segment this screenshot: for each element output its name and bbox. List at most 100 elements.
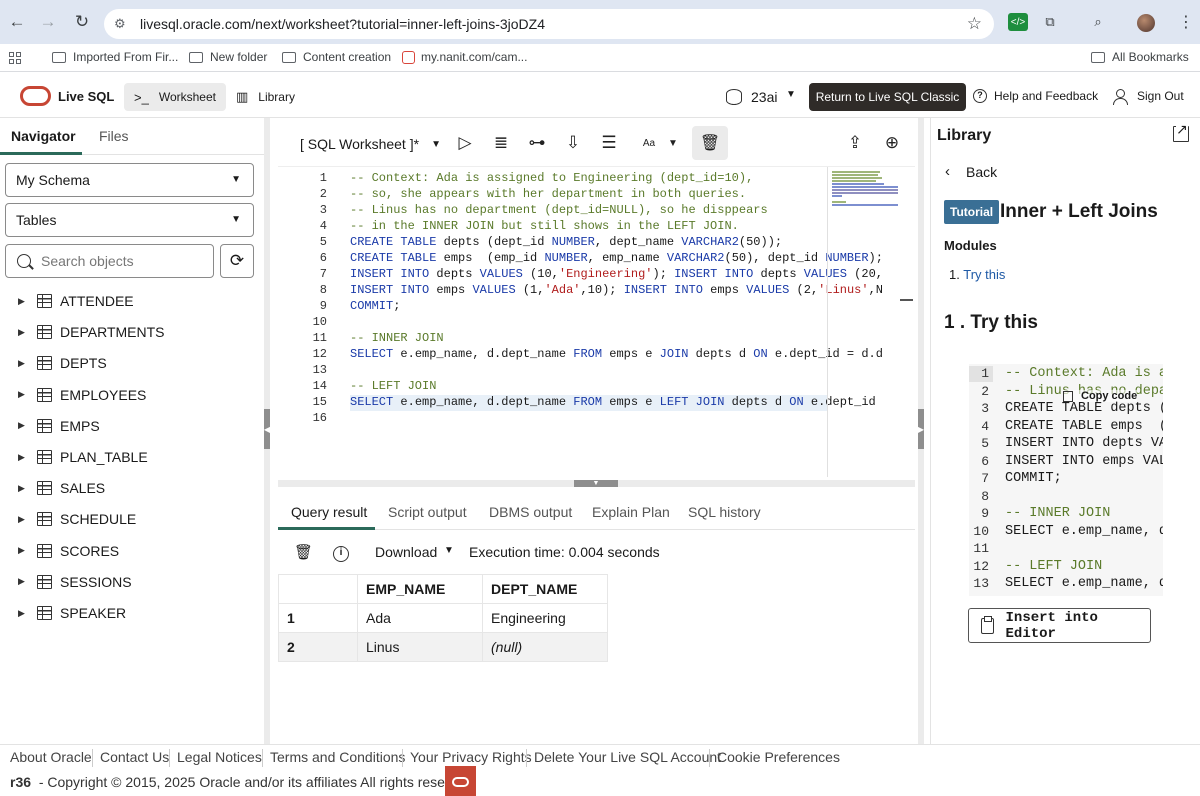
footer-link[interactable]: About Oracle [10, 749, 92, 765]
browser-menu-icon[interactable]: ⋮ [1178, 12, 1194, 32]
bookmark-star-icon[interactable]: ☆ [967, 14, 982, 34]
left-splitter[interactable]: ◀ [264, 118, 270, 744]
tree-item-table[interactable]: ▶ SALES [0, 476, 105, 500]
expand-triangle-icon[interactable]: ▶ [18, 514, 26, 525]
bookmark-folder[interactable]: Content creation [282, 50, 391, 64]
expand-triangle-icon[interactable]: ▶ [18, 327, 26, 338]
worksheet-title-menu[interactable]: [ SQL Worksheet ]* ▼ [300, 136, 441, 152]
tree-item-table[interactable]: ▶ SPEAKER [0, 601, 126, 625]
cell[interactable]: Ada [357, 603, 483, 633]
code-editor[interactable]: 1 2 3 4 5 6 7 8 9 10 11 12 13 14 15 16 -- Context: Ada … [278, 166, 915, 478]
clear-trash-icon[interactable]: 🗑 [692, 126, 728, 160]
sign-out-link[interactable]: Sign Out [1113, 89, 1184, 105]
address-bar[interactable]: ⚙ livesql.oracle.com/next/worksheet?tuto… [104, 9, 994, 39]
tab-navigator[interactable]: Navigator [11, 128, 76, 144]
oracle-logo-icon[interactable] [20, 86, 51, 106]
download-button[interactable]: Download [375, 544, 437, 560]
search-input[interactable] [41, 253, 201, 269]
tree-item-table[interactable]: ▶ EMPS [0, 414, 100, 438]
tab-search-icon[interactable]: ⌕ [1088, 13, 1108, 31]
editor-results-splitter[interactable]: ▼ [278, 480, 915, 487]
chevron-down-icon[interactable]: ▼ [444, 545, 454, 556]
binoculars-icon[interactable]: ⊕ [881, 132, 903, 154]
tab-query-result[interactable]: Query result [291, 504, 367, 520]
collapse-handle[interactable]: ◀ [264, 409, 270, 449]
search-objects-field[interactable] [5, 244, 214, 278]
all-bookmarks[interactable]: All Bookmarks [1091, 50, 1189, 64]
footer-link[interactable]: Terms and Conditions [270, 749, 405, 765]
expand-triangle-icon[interactable]: ▶ [18, 389, 26, 400]
footer-link[interactable]: Cookie Preferences [717, 749, 840, 765]
bookmark-folder[interactable]: New folder [189, 50, 267, 64]
db-version[interactable]: 23ai [751, 89, 777, 105]
expand-triangle-icon[interactable]: ▶ [18, 545, 26, 556]
trash-icon[interactable]: 🗑 [294, 543, 313, 561]
tree-item-table[interactable]: ▶ DEPTS [0, 351, 107, 375]
expand-triangle-icon[interactable]: ▶ [18, 452, 26, 463]
tab-explain-plan[interactable]: Explain Plan [592, 504, 670, 520]
right-splitter[interactable]: ▶ [918, 118, 924, 744]
return-classic-button[interactable]: Return to Live SQL Classic [809, 83, 966, 111]
module-link[interactable]: Try this [963, 267, 1005, 282]
insert-into-editor-button[interactable]: Insert into Editor [968, 608, 1151, 643]
expand-triangle-icon[interactable]: ▶ [18, 608, 26, 619]
column-header[interactable]: EMP_NAME [357, 574, 483, 604]
tab-dbms-output[interactable]: DBMS output [489, 504, 572, 520]
schema-select[interactable]: My Schema ▼ [5, 163, 254, 197]
oracle-logo-icon[interactable] [445, 766, 476, 796]
explain-plan-icon[interactable]: ⊶ [526, 132, 548, 154]
help-feedback-link[interactable]: ? Help and Feedback [973, 89, 1098, 103]
tab-library[interactable]: ▥ Library [226, 83, 305, 111]
back-arrow-icon[interactable]: ← [7, 12, 27, 32]
tree-item-table[interactable]: ▶ SESSIONS [0, 570, 132, 594]
site-settings-icon[interactable]: ⚙ [114, 16, 132, 32]
footer-link[interactable]: Delete Your Live SQL Account [534, 749, 721, 765]
tab-sql-history[interactable]: SQL history [688, 504, 761, 520]
collapse-handle[interactable]: ▶ [918, 409, 924, 449]
collapse-handle[interactable]: ▼ [574, 480, 618, 487]
bookmark-link[interactable]: my.nanit.com/cam... [402, 50, 527, 64]
code-minimap[interactable] [827, 167, 900, 477]
apps-grid-icon[interactable] [9, 52, 21, 64]
tree-item-table[interactable]: ▶ ATTENDEE [0, 289, 134, 313]
forward-arrow-icon[interactable]: → [38, 12, 58, 32]
autotrace-icon[interactable]: ⇩ [562, 132, 584, 154]
tab-worksheet[interactable]: >_ Worksheet [124, 83, 226, 111]
extension-icon[interactable]: </> [1008, 13, 1028, 31]
tree-item-table[interactable]: ▶ SCORES [0, 539, 119, 563]
chevron-down-icon[interactable]: ▼ [786, 89, 796, 100]
refresh-button[interactable]: ⟳ [220, 244, 254, 278]
font-size-button[interactable]: Aa [638, 132, 660, 154]
expand-triangle-icon[interactable]: ▶ [18, 358, 26, 369]
tab-files[interactable]: Files [99, 128, 129, 144]
chevron-down-icon[interactable]: ▼ [662, 132, 684, 154]
footer-link[interactable]: Contact Us [100, 749, 169, 765]
back-link[interactable]: ‹ Back [945, 163, 997, 180]
profile-avatar[interactable] [1137, 14, 1155, 32]
copy-code-button[interactable]: Copy code [1063, 390, 1138, 402]
column-header[interactable]: DEPT_NAME [482, 574, 608, 604]
expand-triangle-icon[interactable]: ▶ [18, 576, 26, 587]
tree-item-table[interactable]: ▶ DEPARTMENTS [0, 320, 165, 344]
object-type-select[interactable]: Tables ▼ [5, 203, 254, 237]
open-external-icon[interactable] [1173, 121, 1189, 142]
cell[interactable]: Engineering [482, 603, 608, 633]
tab-script-output[interactable]: Script output [388, 504, 467, 520]
tree-item-table[interactable]: ▶ PLAN_TABLE [0, 445, 148, 469]
footer-link[interactable]: Legal Notices [177, 749, 262, 765]
info-icon[interactable]: i [333, 542, 349, 562]
expand-triangle-icon[interactable]: ▶ [18, 483, 26, 494]
run-icon[interactable]: ▷ [454, 132, 476, 154]
extensions-puzzle-icon[interactable]: ⧉ [1040, 13, 1060, 31]
footer-link[interactable]: Your Privacy Rights [410, 749, 532, 765]
module-item[interactable]: 1. Try this [949, 267, 1005, 282]
tree-item-table[interactable]: ▶ SCHEDULE [0, 507, 136, 531]
format-icon[interactable]: ☰ [598, 132, 620, 154]
table-row[interactable]: 1 Ada Engineering [278, 603, 608, 633]
tree-item-table[interactable]: ▶ EMPLOYEES [0, 383, 146, 407]
reload-icon[interactable]: ↻ [72, 12, 92, 32]
expand-triangle-icon[interactable]: ▶ [18, 296, 26, 307]
cell[interactable]: Linus [357, 632, 483, 662]
run-script-icon[interactable]: ≣ [490, 132, 512, 154]
bookmark-folder[interactable]: Imported From Fir... [52, 50, 178, 64]
